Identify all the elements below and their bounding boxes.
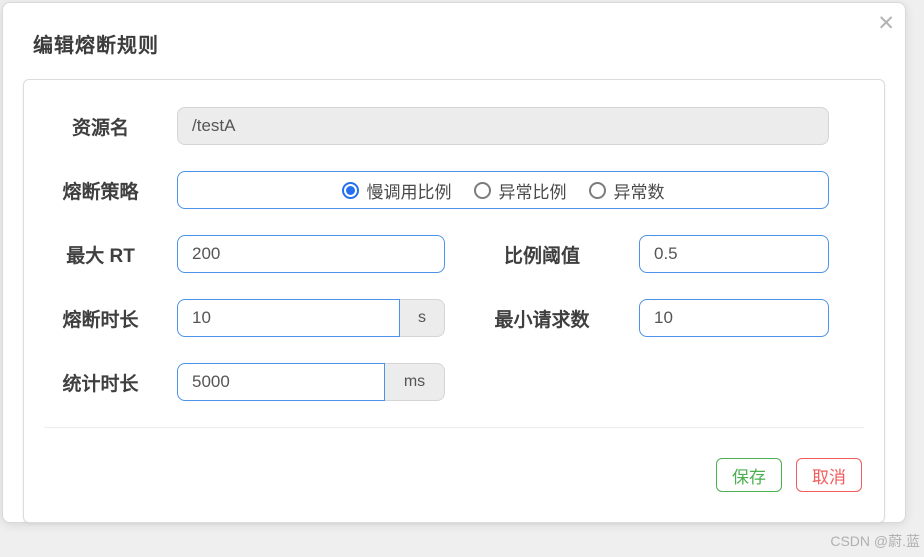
strategy-label: 熔断策略	[62, 181, 139, 203]
close-icon[interactable]: ✕	[877, 13, 895, 34]
strategy-radio-group: 慢调用比例 异常比例 异常数	[177, 171, 829, 209]
recovery-timeout-input[interactable]	[177, 299, 400, 337]
ratio-threshold-label: 比例阈值	[503, 245, 580, 267]
strategy-option-error-count[interactable]: 异常数	[588, 178, 665, 203]
radio-unselected-icon	[473, 181, 491, 199]
min-request-label: 最小请求数	[494, 309, 590, 331]
resource-input	[177, 107, 829, 145]
min-request-input[interactable]	[639, 299, 829, 337]
edit-circuit-breaker-rule-dialog: 编辑熔断规则 ✕ 资源名 熔断策略 慢调用比例 异常比例	[2, 2, 906, 523]
ratio-threshold-input[interactable]	[639, 235, 829, 273]
dialog-footer: 保存 取消	[24, 428, 884, 492]
recovery-timeout-label: 熔断时长	[62, 309, 139, 331]
watermark-text: CSDN @蔚.蓝	[830, 533, 920, 549]
save-button[interactable]: 保存	[716, 458, 782, 492]
strategy-option-error-ratio[interactable]: 异常比例	[473, 178, 567, 203]
stat-interval-input[interactable]	[177, 363, 385, 401]
radio-selected-icon	[341, 181, 359, 199]
stat-interval-row: 统计时长 ms	[24, 363, 884, 401]
max-rt-input[interactable]	[177, 235, 445, 273]
milliseconds-unit-addon: ms	[385, 363, 445, 401]
max-rt-label: 最大 RT	[66, 245, 135, 267]
max-rt-row: 最大 RT 比例阈值	[24, 235, 884, 273]
resource-row: 资源名	[24, 107, 884, 145]
cancel-button[interactable]: 取消	[796, 458, 862, 492]
stat-interval-label: 统计时长	[62, 373, 139, 395]
dialog-header: 编辑熔断规则 ✕	[3, 3, 905, 79]
resource-label: 资源名	[71, 117, 129, 139]
form-panel: 资源名 熔断策略 慢调用比例 异常比例	[23, 79, 885, 523]
dialog-title: 编辑熔断规则	[33, 35, 159, 57]
seconds-unit-addon: s	[400, 299, 445, 337]
recovery-timeout-row: 熔断时长 s 最小请求数	[24, 299, 884, 337]
strategy-option-slow-call-ratio[interactable]: 慢调用比例	[341, 178, 452, 203]
radio-unselected-icon	[588, 181, 606, 199]
strategy-row: 熔断策略 慢调用比例 异常比例 异常数	[24, 171, 884, 209]
